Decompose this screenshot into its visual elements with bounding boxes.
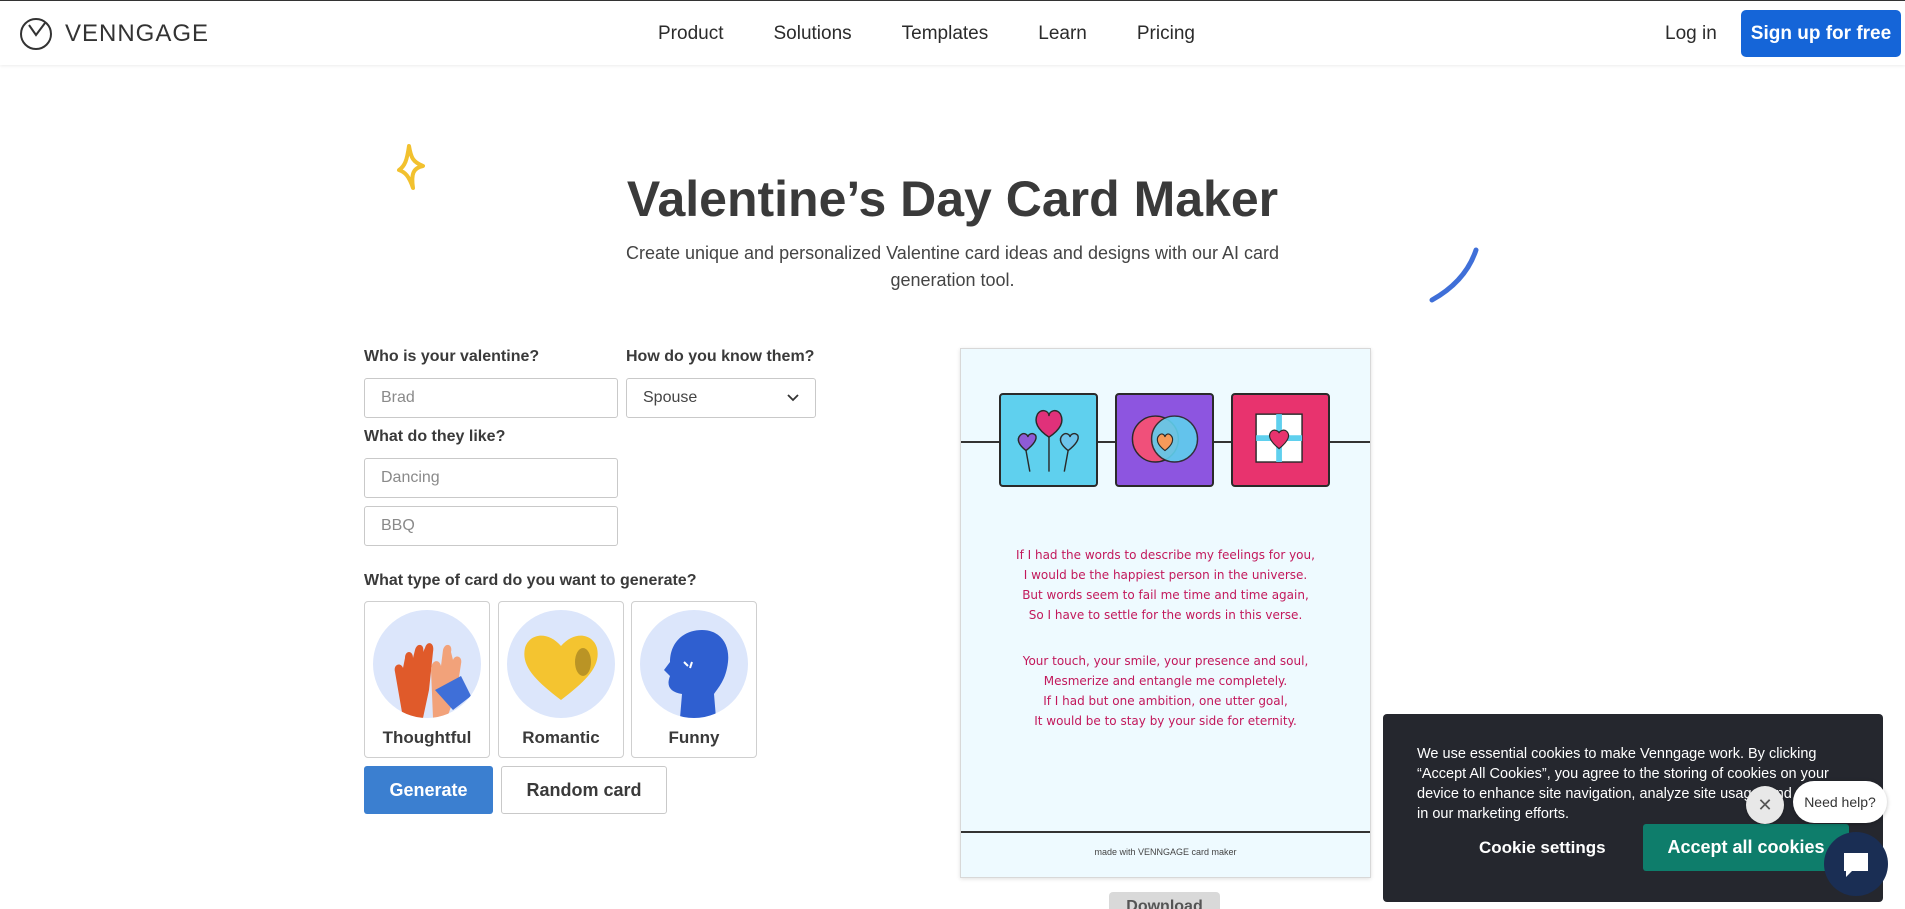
chevron-down-icon — [787, 394, 799, 402]
login-link[interactable]: Log in — [1665, 23, 1717, 45]
poem-line: It would be to stay by your side for ete… — [1034, 714, 1297, 728]
nav-pricing[interactable]: Pricing — [1137, 23, 1195, 45]
signup-button[interactable]: Sign up for free — [1741, 10, 1901, 57]
poem-line: So I have to settle for the words in thi… — [1028, 608, 1303, 622]
card-type-romantic-label: Romantic — [522, 728, 600, 747]
main-nav: Product Solutions Templates Learn Pricin… — [658, 23, 1245, 45]
balloons-icon — [999, 393, 1098, 487]
page-title: Valentine’s Day Card Maker — [626, 171, 1279, 227]
random-card-button[interactable]: Random card — [501, 766, 667, 814]
relationship-select[interactable]: Spouse — [626, 378, 816, 418]
poem-line: Your touch, your smile, your presence an… — [1022, 654, 1309, 668]
nav-solutions[interactable]: Solutions — [773, 23, 851, 45]
valentine-name-input[interactable] — [364, 378, 618, 418]
card-type-funny[interactable]: Funny — [631, 601, 757, 758]
chat-icon — [1844, 853, 1868, 877]
likes-input-1[interactable] — [364, 458, 618, 498]
poem-line: I would be the happiest person in the un… — [1023, 568, 1308, 582]
high-five-icon — [373, 610, 481, 718]
download-button[interactable]: Download — [1109, 892, 1220, 909]
help-chat-button[interactable] — [1824, 832, 1888, 896]
relationship-selected-value: Spouse — [643, 389, 698, 406]
generate-button[interactable]: Generate — [364, 766, 493, 814]
card-preview: If I had the words to describe my feelin… — [960, 348, 1371, 878]
accept-cookies-button[interactable]: Accept all cookies — [1643, 824, 1849, 871]
poem-line: If I had but one ambition, one utter goa… — [1043, 694, 1288, 708]
likes-label: What do they like? — [364, 428, 506, 445]
help-close-icon[interactable]: ✕ — [1746, 786, 1784, 824]
poem-stanza-2: Your touch, your smile, your presence an… — [961, 651, 1370, 731]
card-type-thoughtful[interactable]: Thoughtful — [364, 601, 490, 758]
help-bubble[interactable]: Need help? — [1793, 781, 1887, 823]
poem-stanza-1: If I had the words to describe my feelin… — [961, 545, 1370, 625]
stroke-decoration-icon — [1429, 247, 1479, 303]
heart-icon — [507, 610, 615, 718]
cookie-settings-button[interactable]: Cookie settings — [1479, 838, 1606, 858]
page-subtitle: Create unique and personalized Valentine… — [625, 243, 1280, 290]
venngage-logo[interactable]: VENNGAGE — [19, 17, 209, 51]
nav-product[interactable]: Product — [658, 23, 723, 45]
relationship-label: How do you know them? — [626, 348, 815, 365]
likes-input-2[interactable] — [364, 506, 618, 546]
venngage-logo-icon — [20, 18, 52, 50]
top-navigation-bar: VENNGAGE Product Solutions Templates Lea… — [0, 0, 1905, 65]
logo-text: VENNGAGE — [65, 20, 210, 47]
card-type-romantic[interactable]: Romantic — [498, 601, 624, 758]
poem-line: Mesmerize and entangle me completely. — [1043, 674, 1288, 688]
card-type-thoughtful-label: Thoughtful — [382, 728, 472, 747]
poem-line: If I had the words to describe my feelin… — [1016, 548, 1315, 562]
card-type-funny-label: Funny — [668, 728, 720, 747]
gift-box-icon — [1231, 393, 1330, 487]
head-icon — [640, 610, 748, 718]
card-type-label: What type of card do you want to generat… — [364, 572, 697, 589]
nav-templates[interactable]: Templates — [902, 23, 989, 45]
chat-hearts-icon — [1115, 393, 1214, 487]
nav-learn[interactable]: Learn — [1038, 23, 1087, 45]
poem-line: But words seem to fail me time and time … — [1022, 588, 1309, 602]
card-divider-bottom — [961, 831, 1370, 833]
card-footer-credit: made with VENNGAGE card maker — [1094, 847, 1237, 857]
valentine-name-label: Who is your valentine? — [364, 348, 540, 365]
